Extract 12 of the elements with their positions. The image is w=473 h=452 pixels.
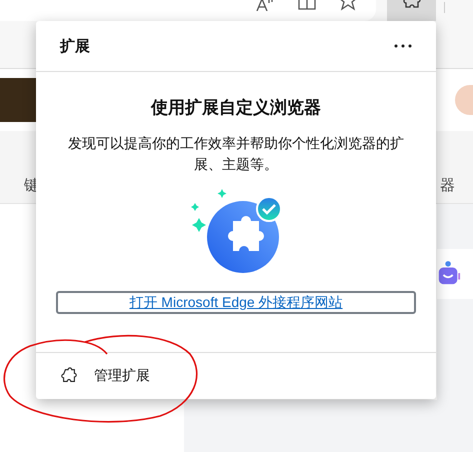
popup-description: 发现可以提高你的工作效率并帮助你个性化浏览器的扩展、主题等。: [67, 134, 405, 174]
addons-link[interactable]: 打开 Microsoft Edge 外接程序网站: [56, 291, 416, 314]
puzzle-icon: [60, 367, 78, 385]
manage-extensions-item[interactable]: 管理扩展: [60, 367, 150, 385]
banner-image: [0, 78, 36, 122]
more-icon[interactable]: [394, 44, 412, 48]
page-text: 器: [440, 176, 455, 195]
star-icon[interactable]: [338, 0, 358, 11]
split-screen-icon[interactable]: [298, 0, 316, 11]
extensions-button[interactable]: [387, 0, 436, 21]
popup-title: 扩展: [60, 36, 90, 56]
popup-heading: 使用扩展自定义浏览器: [151, 97, 321, 119]
